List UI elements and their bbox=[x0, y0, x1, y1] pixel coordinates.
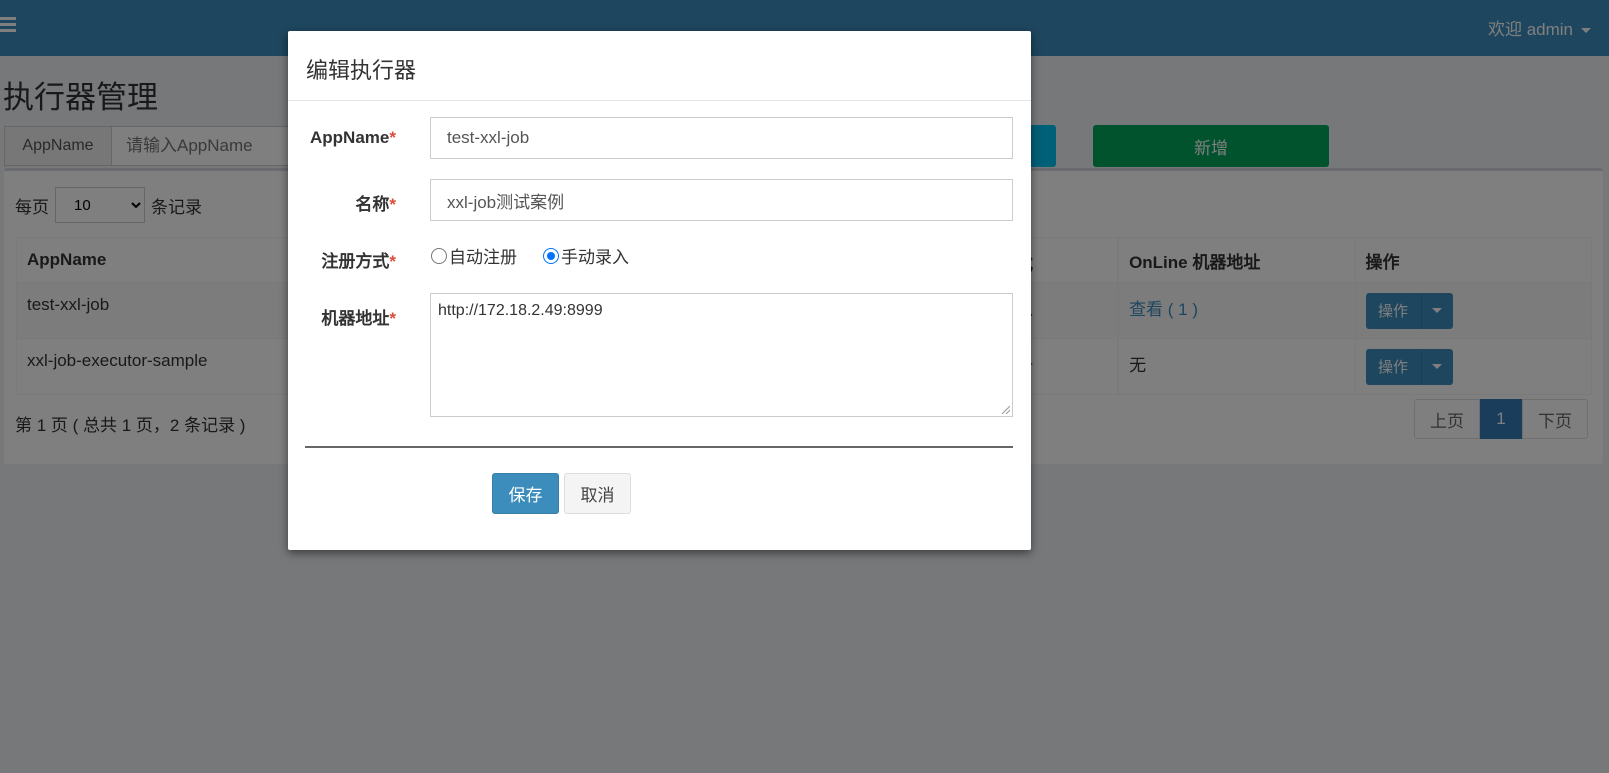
required-mark: * bbox=[389, 252, 396, 271]
radio-label: 自动注册 bbox=[449, 248, 517, 267]
radio-manual-entry[interactable]: 手动录入 bbox=[543, 243, 629, 268]
save-button[interactable]: 保存 bbox=[492, 473, 559, 514]
modal-title: 编辑执行器 bbox=[288, 31, 1031, 101]
required-mark: * bbox=[389, 195, 396, 214]
reg-type-label: 注册方式* bbox=[298, 247, 396, 272]
appname-label-text: AppName bbox=[310, 128, 390, 147]
appname-label: AppName* bbox=[298, 128, 396, 148]
required-mark: * bbox=[389, 309, 396, 328]
form-divider bbox=[305, 446, 1013, 448]
radio-button-checked[interactable] bbox=[543, 247, 559, 264]
name-field[interactable]: xxl-job测试案例 bbox=[430, 179, 1013, 221]
required-mark: * bbox=[389, 128, 396, 147]
resize-grip-icon[interactable] bbox=[1000, 404, 1010, 414]
radio-button[interactable] bbox=[431, 247, 447, 264]
address-textarea[interactable]: http://172.18.2.49:8999 bbox=[430, 293, 1013, 417]
address-label: 机器地址* bbox=[298, 304, 396, 329]
address-value: http://172.18.2.49:8999 bbox=[438, 302, 603, 319]
radio-auto-register[interactable]: 自动注册 bbox=[431, 243, 517, 268]
reg-type-label-text: 注册方式 bbox=[321, 252, 390, 271]
name-label-text: 名称 bbox=[355, 195, 390, 214]
name-label: 名称* bbox=[298, 190, 396, 215]
address-label-text: 机器地址 bbox=[321, 309, 390, 328]
appname-field[interactable]: test-xxl-job bbox=[430, 117, 1013, 159]
cancel-button[interactable]: 取消 bbox=[564, 473, 631, 514]
edit-executor-modal: 编辑执行器 AppName* test-xxl-job 名称* xxl-job测… bbox=[288, 31, 1031, 550]
radio-label: 手动录入 bbox=[561, 248, 629, 267]
